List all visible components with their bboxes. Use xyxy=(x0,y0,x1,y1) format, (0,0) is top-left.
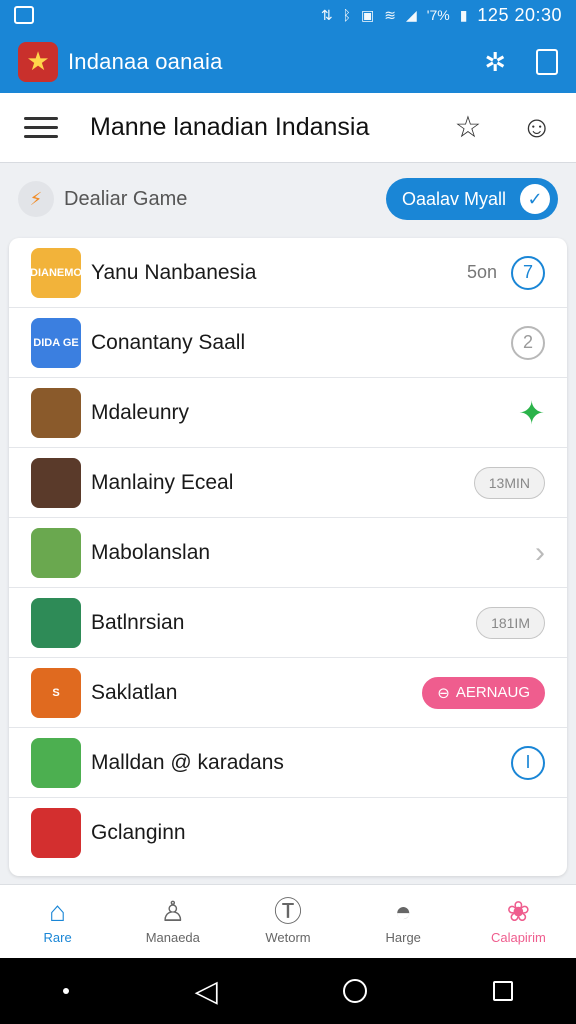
system-nav: ◁ xyxy=(0,958,576,1024)
game-icon: DIANEMO xyxy=(31,247,81,298)
count-badge[interactable]: 2 xyxy=(511,325,545,360)
badge-label: AERNAUG xyxy=(455,684,530,701)
list-item[interactable]: DIDA GE Conantany Saall 2 xyxy=(9,308,567,378)
person-icon: ♙ xyxy=(160,896,186,927)
game-icon xyxy=(31,597,81,648)
badge-icon: ⊖ xyxy=(437,684,450,702)
chevron-right-icon[interactable]: › xyxy=(535,537,545,568)
battery-icon: ▮ xyxy=(459,6,468,23)
bottom-nav: ⌂ Rare ♙ Manaeda Ⓣ Wetorm ◓ Harge ❀ Calapirim xyxy=(0,884,576,958)
game-name: Malldan @ karadans xyxy=(91,750,284,774)
nav-item-manaeda[interactable]: ♙ Manaeda xyxy=(115,885,230,958)
menu-icon[interactable] xyxy=(24,117,58,138)
nav-label: Rare xyxy=(43,930,72,945)
nav-label: Calapirim xyxy=(490,930,546,945)
filter-pill-label: Oaalav Myall xyxy=(401,188,506,209)
helmet-icon: ◓ xyxy=(394,896,412,927)
wifi-icon: ≋ xyxy=(384,6,396,23)
game-icon: S xyxy=(31,667,81,718)
nav-label: Harge xyxy=(385,930,421,945)
status-badge[interactable]: ⊖ AERNAUG xyxy=(422,676,545,709)
sparkle-icon[interactable]: ✦ xyxy=(518,397,545,429)
list-item[interactable]: Mdaleunry ✦ xyxy=(9,378,567,448)
game-icon xyxy=(31,387,81,438)
game-icon xyxy=(31,527,81,578)
time-badge[interactable]: 13MIN xyxy=(473,466,545,499)
game-icon: DIDA GE xyxy=(31,317,81,368)
tablet-icon[interactable] xyxy=(536,48,558,75)
bolt-icon[interactable]: ⚡ xyxy=(18,181,54,217)
status-bar: ⇅ ᛒ ▣ ≋ ◢ '7% ▮ 125 20:30 xyxy=(0,0,576,30)
network-icon: ⇅ xyxy=(320,6,333,23)
game-name: Conantany Saall xyxy=(91,330,246,354)
screenshot-icon xyxy=(14,6,34,24)
app-logo[interactable]: ★ xyxy=(18,41,58,82)
list-item[interactable]: Gclanginn xyxy=(9,798,567,868)
time-badge[interactable]: 181IM xyxy=(476,606,545,639)
nav-item-calapirim[interactable]: ❀ Calapirim xyxy=(461,885,576,958)
game-icon xyxy=(31,737,81,788)
app-title: Indanaa oanaia xyxy=(68,48,223,74)
game-name: Manlainy Eceal xyxy=(91,470,234,494)
nav-label: Wetorm xyxy=(265,930,311,945)
octopus-icon: ❀ xyxy=(506,896,531,927)
nav-label: Manaeda xyxy=(145,930,200,945)
list-item[interactable]: DIANEMO Yanu Nanbanesia 5on 7 xyxy=(9,238,567,308)
check-icon: ✓ xyxy=(520,184,550,214)
title-bar: Manne lanadian Indansia ☆ ☺ xyxy=(0,93,576,163)
settings-sparkle-icon[interactable]: ✲ xyxy=(484,49,506,75)
home-circle-icon[interactable] xyxy=(343,979,368,1003)
count-badge[interactable]: I xyxy=(511,745,545,780)
signal-icon: ◢ xyxy=(406,6,417,23)
recents-icon[interactable] xyxy=(493,981,514,1001)
nav-item-harge[interactable]: ◓ Harge xyxy=(346,885,461,958)
filter-pill-button[interactable]: Oaalav Myall ✓ xyxy=(385,178,558,220)
app-bar: ★ Indanaa oanaia ✲ xyxy=(0,30,576,93)
t-circle-icon: Ⓣ xyxy=(274,896,303,927)
game-name: Mdaleunry xyxy=(91,400,190,424)
game-name: Gclanginn xyxy=(91,821,186,844)
game-name: Batlnrsian xyxy=(91,610,185,634)
filter-row: ⚡ Dealiar Game Oaalav Myall ✓ xyxy=(18,176,558,222)
smiley-icon[interactable]: ☺ xyxy=(521,112,552,143)
game-name: Yanu Nanbanesia xyxy=(91,260,257,284)
game-meta: 5on xyxy=(466,262,497,282)
list-item[interactable]: Malldan @ karadans I xyxy=(9,728,567,798)
clock: 125 20:30 xyxy=(477,4,562,25)
list-item[interactable]: Manlainy Eceal 13MIN xyxy=(9,448,567,518)
nfc-icon: ▣ xyxy=(361,6,375,23)
back-icon[interactable]: ◁ xyxy=(195,974,218,1009)
battery-percent: '7% xyxy=(426,7,450,23)
list-item[interactable]: Mabolanslan › xyxy=(9,518,567,588)
home-icon: ⌂ xyxy=(49,896,67,927)
game-icon xyxy=(31,457,81,508)
filter-label[interactable]: Dealiar Game xyxy=(64,188,187,211)
game-list: DIANEMO Yanu Nanbanesia 5on 7 DIDA GE Conanta… xyxy=(9,238,567,876)
list-item[interactable]: S Saklatlan ⊖ AERNAUG xyxy=(9,658,567,728)
game-icon xyxy=(31,808,81,858)
bluetooth-icon: ᛒ xyxy=(342,7,352,23)
list-item[interactable]: Batlnrsian 181IM xyxy=(9,588,567,658)
game-name: Saklatlan xyxy=(91,680,178,704)
star-icon[interactable]: ☆ xyxy=(454,112,481,143)
nav-item-wetorm[interactable]: Ⓣ Wetorm xyxy=(230,885,345,958)
game-name: Mabolanslan xyxy=(91,540,211,564)
page-title: Manne lanadian Indansia xyxy=(90,113,370,141)
nav-dot-icon[interactable] xyxy=(62,988,69,994)
count-badge[interactable]: 7 xyxy=(511,255,545,290)
nav-item-rare[interactable]: ⌂ Rare xyxy=(0,885,115,958)
